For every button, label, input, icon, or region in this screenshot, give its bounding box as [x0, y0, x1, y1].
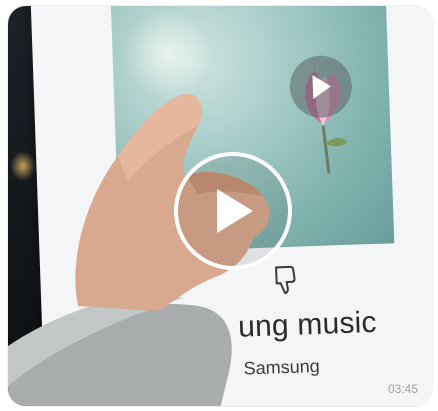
video-duration: 03:45 [387, 382, 418, 396]
album-art-bokeh [121, 7, 215, 101]
video-thumbnail[interactable]: ung music Samsung 03:45 [8, 6, 432, 406]
track-title: ung music [237, 305, 378, 344]
bezel-light [10, 151, 36, 181]
play-icon [312, 74, 331, 99]
artist-name: Samsung [243, 355, 320, 379]
thumbs-down-icon[interactable] [272, 265, 299, 296]
play-icon [217, 189, 253, 233]
video-play-button[interactable] [174, 152, 292, 270]
